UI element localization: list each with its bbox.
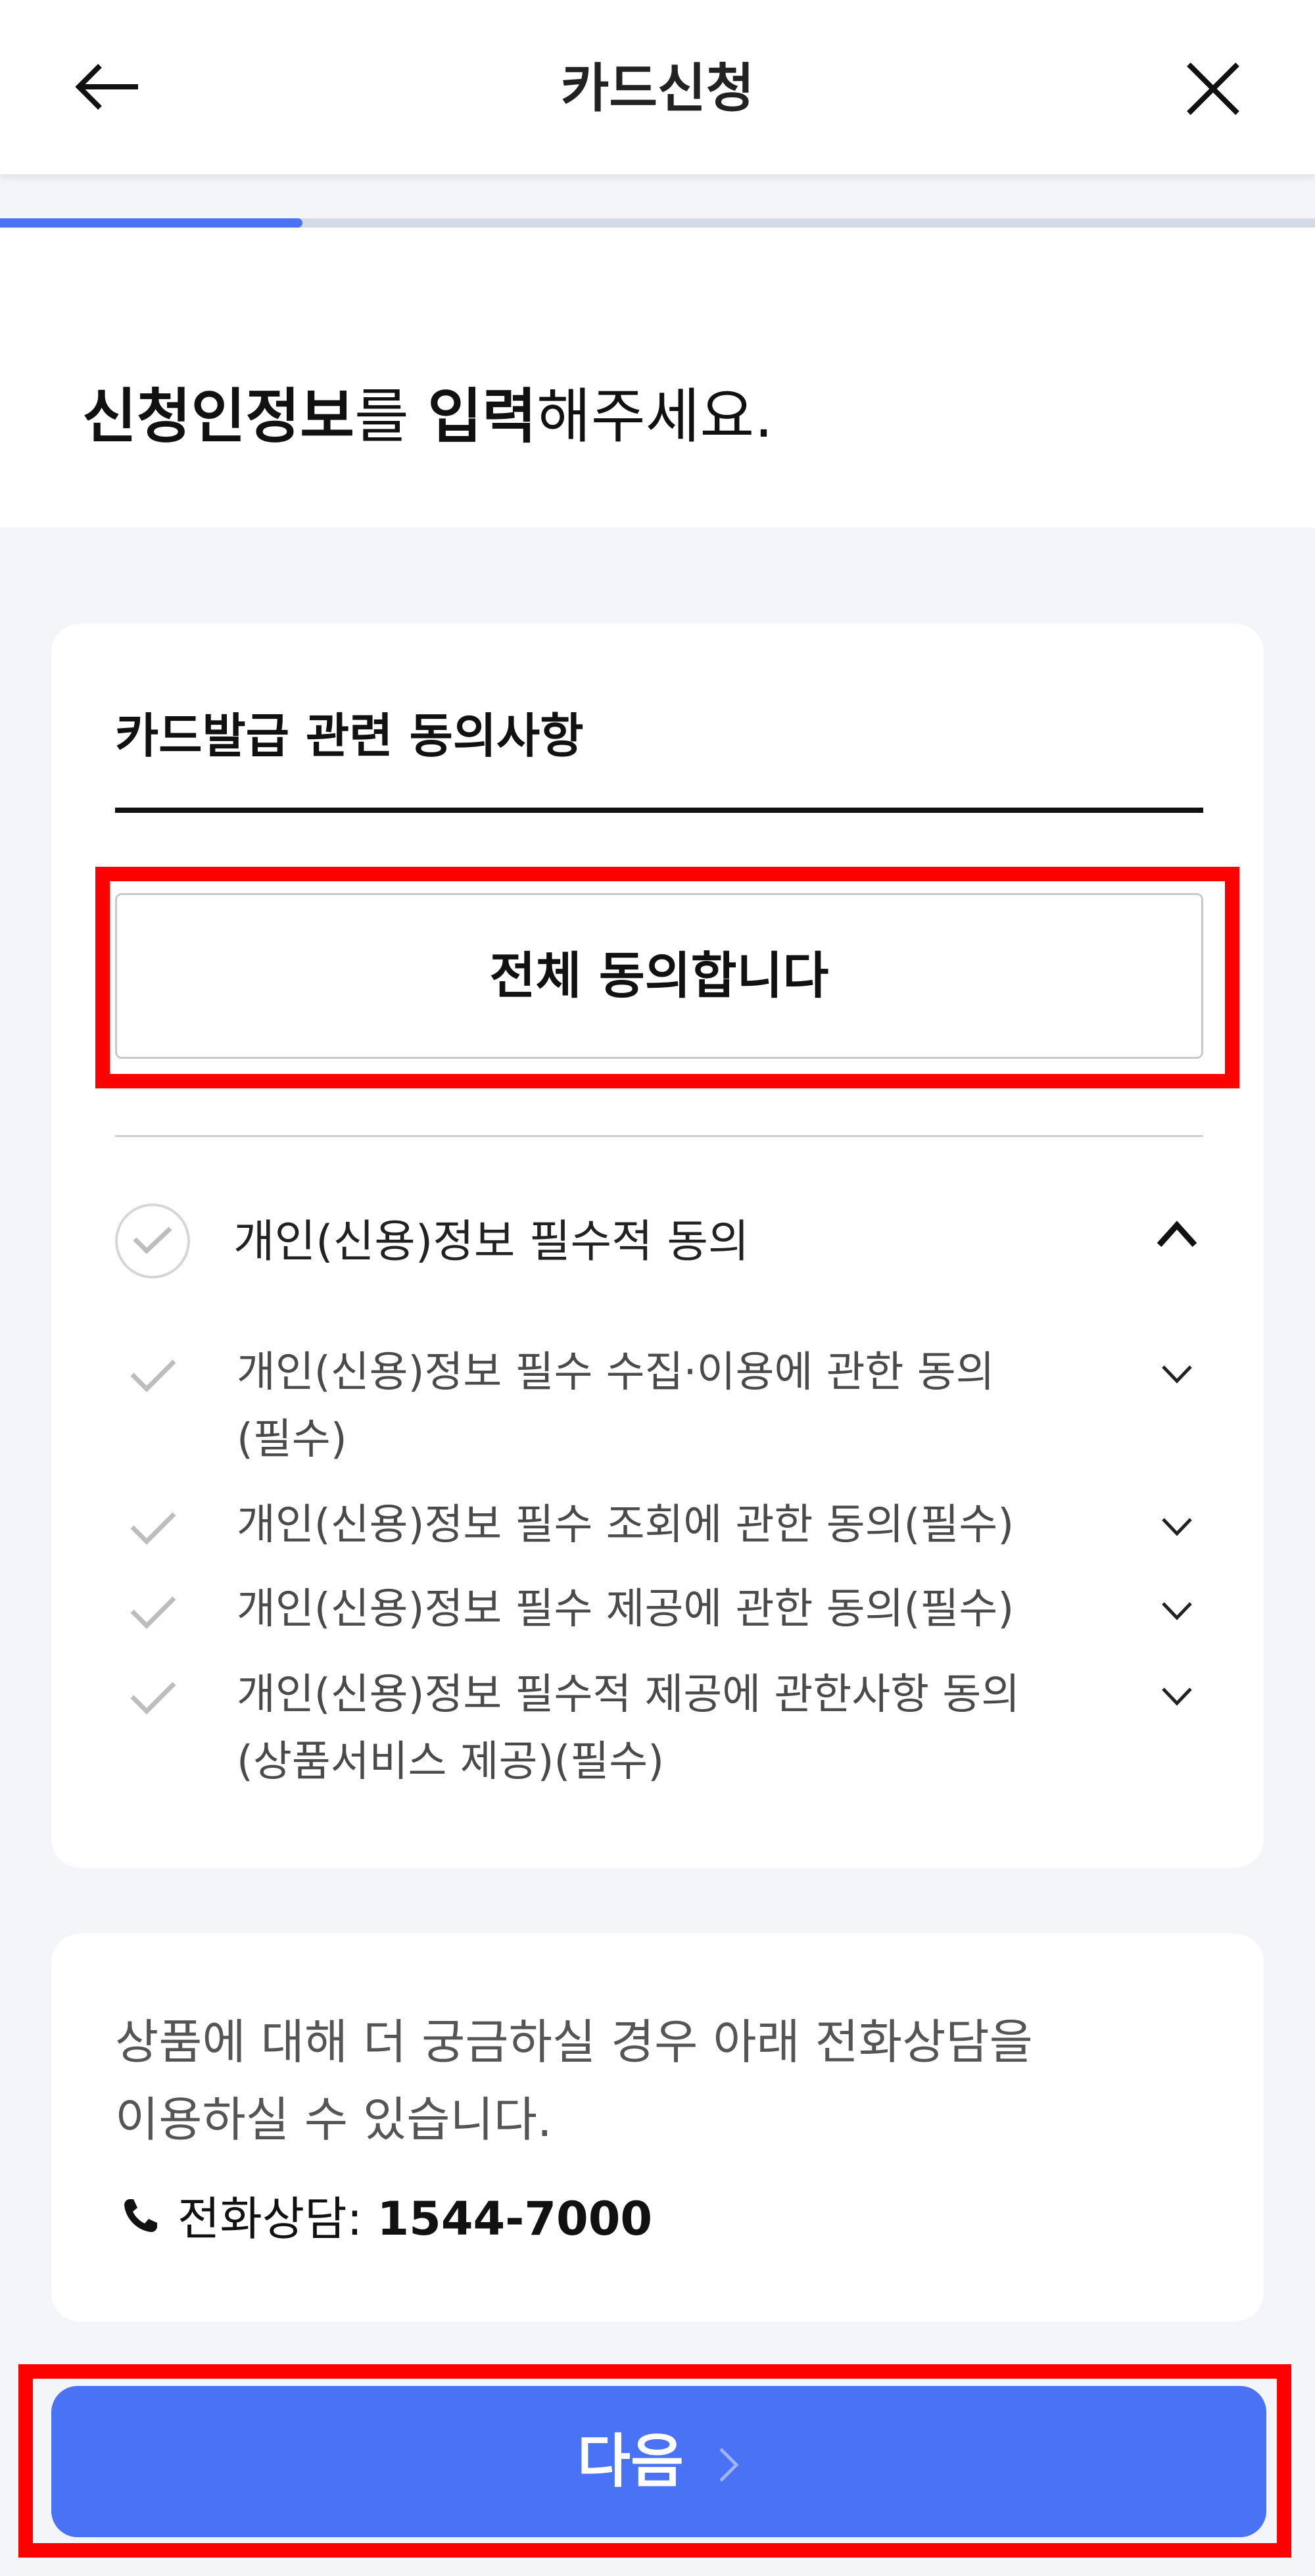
consent-item-text: 개인(신용)정보 필수 조회에 관한 동의(필수) xyxy=(237,1501,1015,1549)
chevron-down-icon[interactable] xyxy=(1160,1360,1193,1386)
consent-item-text: 개인(신용)정보 필수 제공에 관한 동의(필수) xyxy=(237,1585,1015,1634)
consent-item[interactable]: 개인(신용)정보 필수 제공에 관한 동의(필수) xyxy=(237,1576,1014,1643)
consent-item-text: 개인(신용)정보 필수적 제공에 관한사항 동의 xyxy=(237,1670,1020,1719)
consent-section-title: 카드발급 관련 동의사항 xyxy=(115,708,584,764)
consent-item[interactable]: 개인(신용)정보 필수 수집·이용에 관한 동의 (필수) xyxy=(237,1339,995,1473)
info-line-2: 이용하실 수 있습니다. xyxy=(115,2092,552,2147)
chevron-down-icon[interactable] xyxy=(1160,1682,1193,1709)
info-text: 상품에 대해 더 궁금하실 경우 아래 전화상담을 이용하실 수 있습니다. xyxy=(115,2003,1200,2158)
consent-item[interactable]: 개인(신용)정보 필수 조회에 관한 동의(필수) xyxy=(237,1492,1014,1559)
close-icon[interactable] xyxy=(1184,59,1243,118)
headline-text-1: 를 xyxy=(354,382,428,451)
chevron-up-icon[interactable] xyxy=(1154,1213,1200,1253)
consent-group-label[interactable]: 개인(신용)정보 필수적 동의 xyxy=(233,1205,749,1270)
consent-item-text: 개인(신용)정보 필수 수집·이용에 관한 동의 xyxy=(237,1348,995,1397)
item-check-icon[interactable] xyxy=(128,1509,178,1548)
next-button-label: 다음 xyxy=(577,2427,684,2495)
section-title-underline xyxy=(115,808,1203,813)
headline: 신청인정보를 입력해주세요. xyxy=(82,368,773,454)
item-check-icon[interactable] xyxy=(128,1678,178,1718)
consent-item-text-cont: (상품서비스 제공)(필수) xyxy=(237,1738,665,1786)
divider xyxy=(115,1135,1203,1137)
chevron-down-icon[interactable] xyxy=(1160,1513,1193,1539)
consent-item-text-cont: (필수) xyxy=(237,1415,347,1464)
consent-item[interactable]: 개인(신용)정보 필수적 제공에 관한사항 동의 (상품서비스 제공)(필수) xyxy=(237,1661,1020,1795)
phone-consult[interactable]: 전화상담: 1544-7000 xyxy=(178,2182,652,2248)
headline-bold-1: 신청인정보 xyxy=(82,382,354,451)
progress-fill xyxy=(0,218,302,228)
headline-bold-2: 입력 xyxy=(427,382,537,451)
info-line-1: 상품에 대해 더 궁금하실 경우 아래 전화상담을 xyxy=(115,2014,1033,2070)
phone-label: 전화상담: xyxy=(178,2192,377,2246)
agree-all-button[interactable]: 전체 동의합니다 xyxy=(115,893,1203,1059)
next-button[interactable]: 다음 xyxy=(51,2386,1266,2537)
phone-icon xyxy=(124,2199,157,2232)
app-header: 카드신청 xyxy=(0,0,1315,174)
chevron-right-icon xyxy=(719,2448,739,2482)
chevron-down-icon[interactable] xyxy=(1160,1597,1193,1623)
phone-number: 1544-7000 xyxy=(377,2192,653,2246)
group-check-toggle[interactable] xyxy=(115,1203,190,1278)
item-check-icon[interactable] xyxy=(128,1356,178,1396)
headline-text-2: 해주세요. xyxy=(537,382,773,451)
page-title: 카드신청 xyxy=(560,58,755,119)
item-check-icon[interactable] xyxy=(128,1593,178,1632)
check-icon xyxy=(133,1227,172,1254)
progress-bar xyxy=(0,218,1315,228)
